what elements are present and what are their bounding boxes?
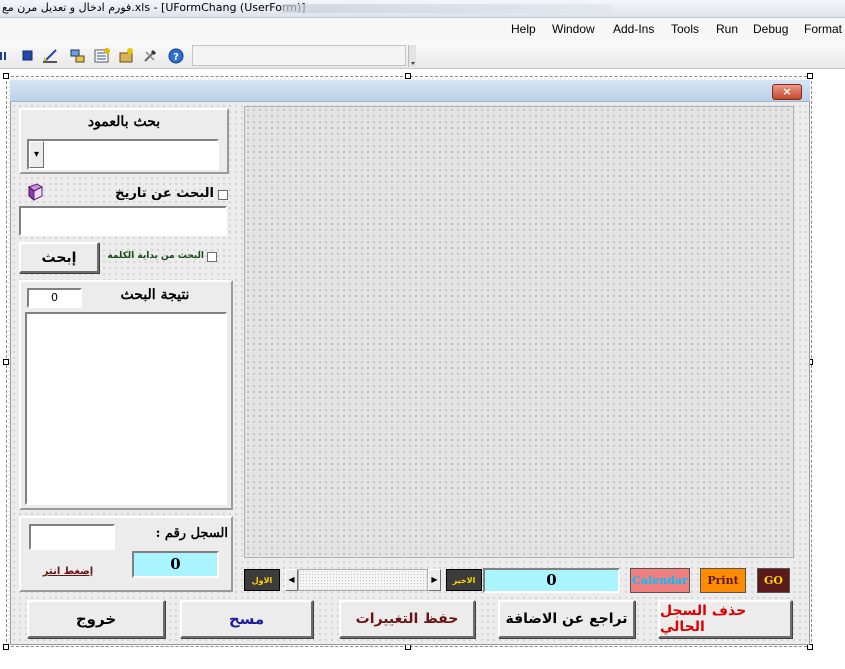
menu-tools[interactable]: Tools <box>671 22 699 36</box>
calendar-book-icon[interactable] <box>26 183 44 202</box>
record-number-label: السجل رقم : <box>155 526 228 541</box>
record-position-display: 0 <box>483 568 620 593</box>
data-area <box>244 106 794 558</box>
toolbar-position-box <box>192 45 406 66</box>
search-results-count: 0 <box>27 288 82 308</box>
toolbox-icon[interactable] <box>142 48 158 64</box>
menu-debug[interactable]: Debug <box>753 22 788 36</box>
stop-icon[interactable] <box>20 48 36 64</box>
toolbar-overflow-handle[interactable] <box>408 45 416 67</box>
word-start-label: البحث من بداية الكلمة <box>107 251 204 261</box>
last-record-button[interactable]: الاخير <box>446 569 482 591</box>
record-number-display: 0 <box>132 551 219 578</box>
go-button[interactable]: GO <box>757 568 790 593</box>
enter-hint-link[interactable]: إضغط انتر <box>38 566 98 577</box>
word-start-checkbox[interactable] <box>207 252 217 262</box>
properties-icon[interactable] <box>94 48 110 64</box>
menu-format[interactable]: Format <box>804 22 842 36</box>
resize-handle-top-left[interactable] <box>3 73 9 79</box>
date-search-label: البحث عن تاريخ <box>115 186 214 201</box>
record-scrollbar[interactable] <box>298 569 428 591</box>
date-search-checkbox[interactable] <box>218 190 228 200</box>
menu-add-ins[interactable]: Add-Ins <box>613 22 654 36</box>
scroll-prev-button[interactable]: ◀ <box>285 569 298 591</box>
object-browser-icon[interactable] <box>118 48 134 64</box>
column-search-label: بحث بالعمود <box>87 114 161 130</box>
record-number-input[interactable] <box>29 524 115 550</box>
calendar-button[interactable]: Calendar <box>630 568 690 593</box>
form-close-button[interactable]: × <box>772 84 802 100</box>
dropdown-arrow-icon[interactable]: ▾ <box>29 141 44 168</box>
menu-help[interactable]: Help <box>511 22 536 36</box>
resize-handle-top[interactable] <box>405 73 411 79</box>
title-blur <box>282 4 612 13</box>
undo-add-button[interactable]: تراجع عن الاضافة <box>498 600 635 638</box>
menu-run[interactable]: Run <box>716 22 738 36</box>
exit-button[interactable]: خروج <box>27 600 165 638</box>
search-button[interactable]: إبحث <box>19 242 99 273</box>
design-mode-icon[interactable] <box>42 48 58 64</box>
clear-button[interactable]: مسح <box>180 600 313 638</box>
save-changes-button[interactable]: حفظ التغييرات <box>339 600 475 638</box>
help-icon[interactable]: ? <box>168 48 184 64</box>
resize-handle-left[interactable] <box>3 359 9 365</box>
print-button[interactable]: Print <box>700 568 746 593</box>
scroll-next-button[interactable]: ▶ <box>428 569 441 591</box>
date-search-input[interactable] <box>19 206 227 236</box>
first-record-button[interactable]: الاول <box>244 569 280 591</box>
search-results-label: نتيجة البحث <box>120 287 190 303</box>
svg-text:?: ? <box>173 52 179 63</box>
user-form-title-bar <box>10 80 810 102</box>
pause-icon[interactable] <box>0 48 6 64</box>
column-search-dropdown[interactable] <box>27 139 219 170</box>
search-results-list[interactable] <box>25 312 227 505</box>
menu-window[interactable]: Window <box>552 22 595 36</box>
delete-record-button[interactable]: حذف السجل الحالي <box>658 600 792 638</box>
project-explorer-icon[interactable] <box>70 48 86 64</box>
resize-handle-top-right[interactable] <box>807 73 813 79</box>
resize-handle-bottom-left[interactable] <box>3 644 9 650</box>
window-title: فورم ادخال و تعديل مرن مع.xls - [UFormCh… <box>2 1 306 14</box>
